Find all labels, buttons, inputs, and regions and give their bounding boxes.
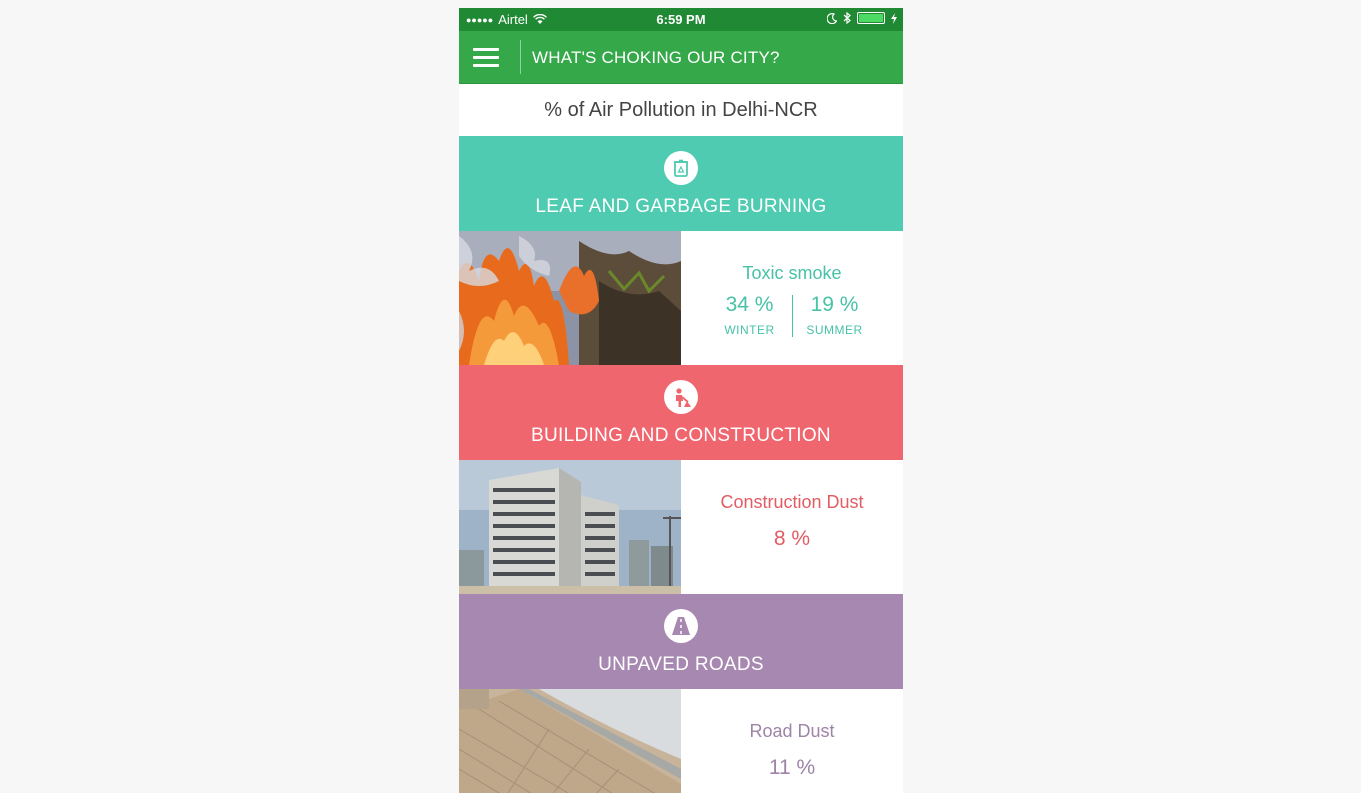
winter-stat: 34 % WINTER [708,293,792,337]
summer-stat: 19 % SUMMER [793,293,877,337]
garbage-bin-icon [664,151,698,185]
stat-heading: Toxic smoke [742,263,842,283]
section-row-unpaved-roads: Road Dust 11 % [459,689,903,793]
section-banner-construction[interactable]: BUILDING AND CONSTRUCTION [459,365,903,460]
stat-heading: Road Dust [749,721,835,741]
hamburger-menu-icon[interactable] [473,44,507,70]
construction-worker-icon [664,380,698,414]
construction-illustration [459,460,681,594]
construction-stats: Construction Dust 8 % [681,460,903,594]
battery-icon [857,12,885,24]
phone-screen: ●●●●● Airtel 6:59 PM WHAT'S CHOKING OUR … [459,8,903,793]
app-header: WHAT'S CHOKING OUR CITY? [459,31,903,84]
page-subtitle: % of Air Pollution in Delhi-NCR [459,84,903,136]
winter-percentage: 34 % [725,293,774,316]
garbage-burning-stats: Toxic smoke 34 % WINTER 19 % SUMMER [681,231,903,365]
app-title: WHAT'S CHOKING OUR CITY? [532,48,780,67]
header-divider [520,40,521,74]
summer-percentage: 19 % [810,293,859,316]
unpaved-road-illustration [459,689,681,793]
seasonal-split: 34 % WINTER 19 % SUMMER [681,293,903,337]
section-row-garbage-burning: Toxic smoke 34 % WINTER 19 % SUMMER [459,231,903,365]
stat-percentage: 11 % [768,756,816,779]
winter-label: WINTER [724,323,775,337]
section-title: BUILDING AND CONSTRUCTION [531,425,831,446]
stat-percentage: 8 % [773,527,811,550]
section-banner-unpaved-roads[interactable]: UNPAVED ROADS [459,594,903,689]
section-row-construction: Construction Dust 8 % [459,460,903,594]
section-title: UNPAVED ROADS [598,654,764,675]
unpaved-roads-stats: Road Dust 11 % [681,689,903,793]
charging-icon [891,12,897,24]
road-icon [664,609,698,643]
summer-label: SUMMER [806,323,863,337]
bluetooth-icon [843,12,851,24]
section-banner-garbage-burning[interactable]: LEAF AND GARBAGE BURNING [459,136,903,231]
moon-icon [827,12,837,24]
section-title: LEAF AND GARBAGE BURNING [535,196,827,217]
stat-heading: Construction Dust [720,492,864,512]
garbage-burning-illustration [459,231,681,365]
status-bar: ●●●●● Airtel 6:59 PM [459,8,903,31]
status-right [827,12,897,24]
